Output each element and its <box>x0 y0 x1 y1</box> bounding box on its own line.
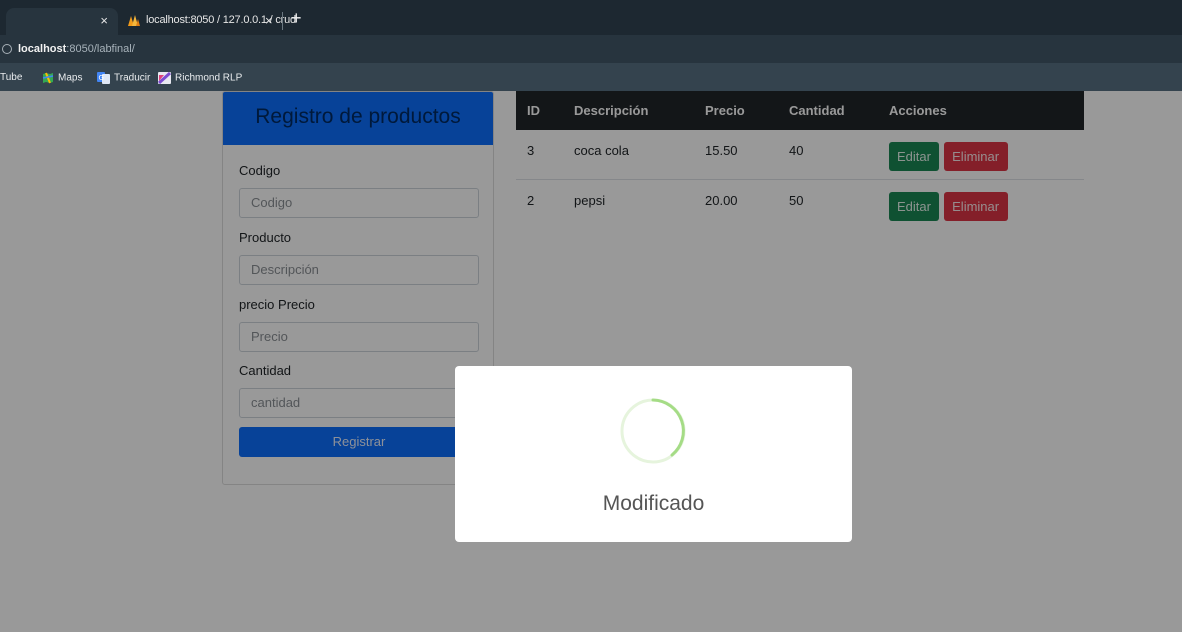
bookmark-richmond[interactable]: Richmond RLP <box>158 72 242 84</box>
maps-icon <box>42 72 54 84</box>
richmond-icon <box>158 72 171 84</box>
tab-title: localhost:8050 / 127.0.0.1 / crud <box>146 14 296 26</box>
browser-tab-active[interactable]: localhost:8050 / 127.0.0.1 / crud × <box>118 8 296 35</box>
url-path: :8050/labfinal/ <box>66 43 135 55</box>
phpmyadmin-favicon-icon <box>128 15 140 26</box>
new-tab-button[interactable]: + <box>291 9 302 27</box>
bookmark-youtube[interactable]: Tube <box>0 72 22 83</box>
bookmark-label: Richmond RLP <box>175 72 243 84</box>
bookmark-maps[interactable]: Maps <box>42 72 82 84</box>
bookmarks-bar: Tube Maps G Traducir Richmond RLP <box>0 63 1182 91</box>
bookmark-label: Maps <box>58 72 83 84</box>
modal-message: Modificado <box>602 492 705 515</box>
browser-tab[interactable]: × <box>6 8 118 35</box>
tab-strip: × localhost:8050 / 127.0.0.1 / crud × + <box>0 0 1182 35</box>
tab-close-icon[interactable]: × <box>265 13 273 29</box>
modal-backdrop[interactable] <box>0 91 1182 632</box>
translate-icon: G <box>97 72 110 84</box>
tab-separator <box>282 12 283 30</box>
alert-modal: Modificado <box>455 366 852 542</box>
bookmark-label: Tube <box>0 72 23 83</box>
url-text[interactable]: localhost:8050/labfinal/ <box>18 43 135 55</box>
bookmark-label: Traducir <box>114 72 151 84</box>
url-host: localhost <box>18 43 67 55</box>
browser-chrome: × localhost:8050 / 127.0.0.1 / crud × + … <box>0 0 1182 91</box>
site-info-icon[interactable] <box>2 44 12 54</box>
loading-spinner-icon <box>620 398 686 464</box>
svg-text:G: G <box>99 74 104 82</box>
tab-close-icon[interactable]: × <box>100 13 108 29</box>
address-bar[interactable]: localhost:8050/labfinal/ <box>0 35 1182 63</box>
bookmark-traducir[interactable]: G Traducir <box>97 72 150 84</box>
